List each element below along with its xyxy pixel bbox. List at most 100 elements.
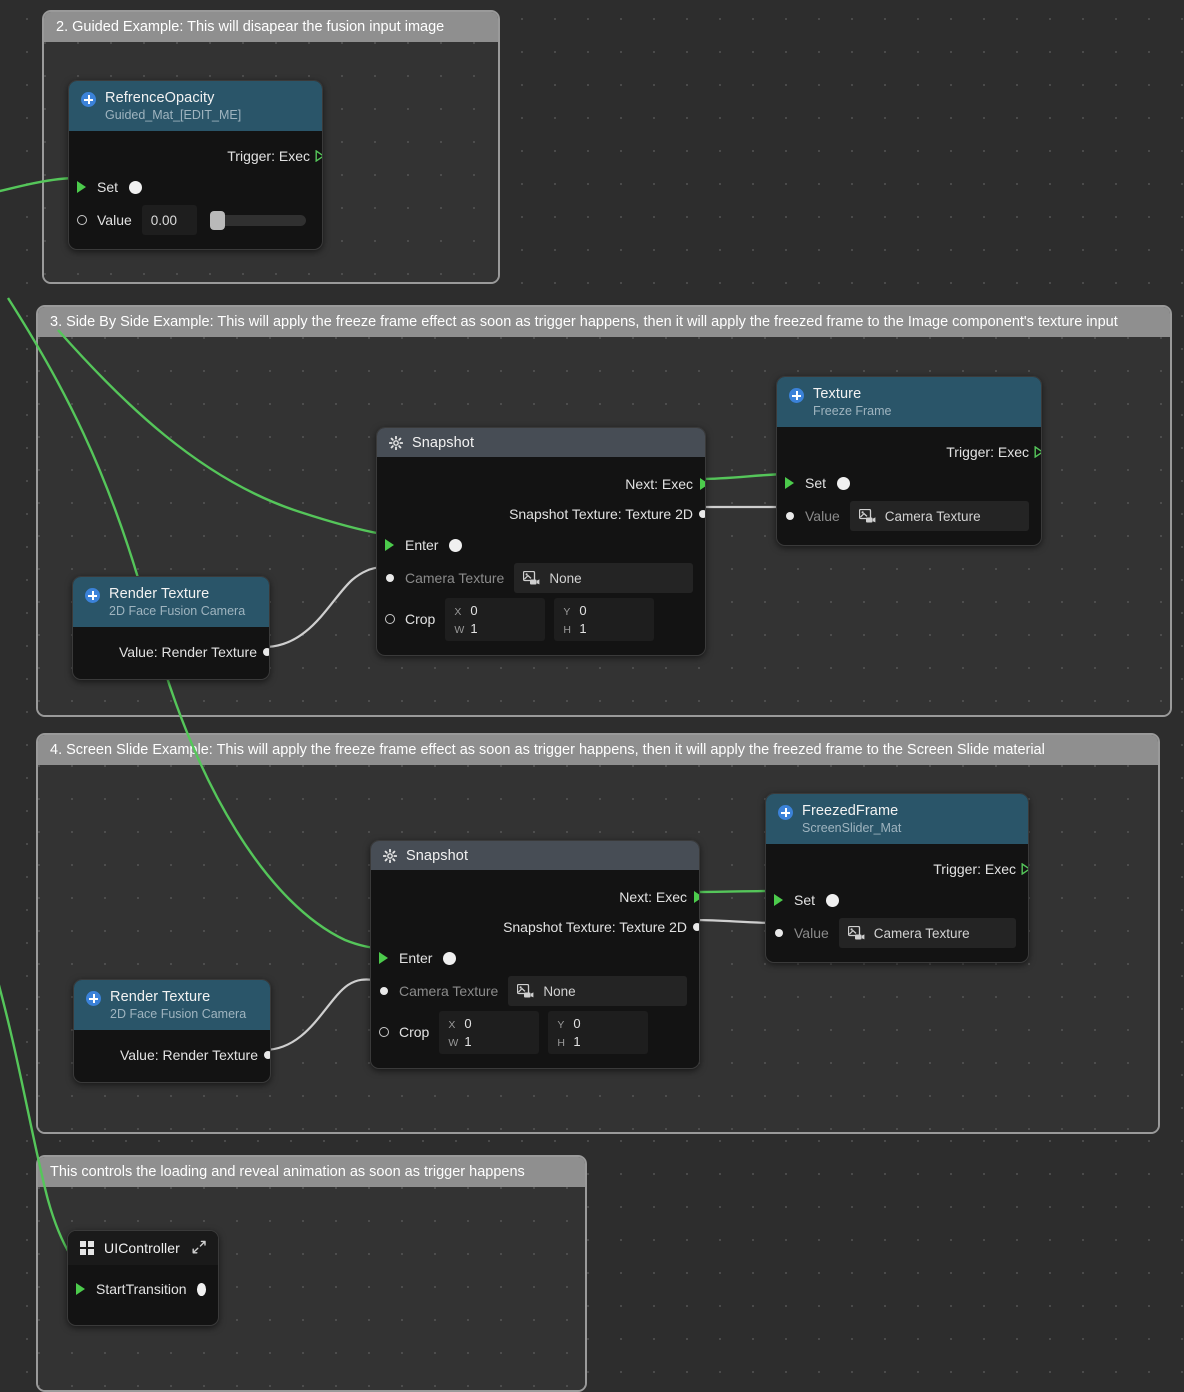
- enter-value-dot[interactable]: [449, 538, 463, 552]
- set-exec-input-port[interactable]: [77, 181, 86, 193]
- set-value-dot[interactable]: [837, 476, 851, 490]
- enter-value-dot[interactable]: [443, 951, 457, 965]
- texture-object-icon: [517, 983, 534, 997]
- node-subtitle: Freeze Frame: [813, 404, 892, 418]
- value-input-port[interactable]: [786, 512, 794, 520]
- port-row-crop: Crop X0 W1 Y0 H1: [377, 595, 705, 643]
- node-title: FreezedFrame: [802, 803, 899, 819]
- expand-arrow-icon[interactable]: [192, 1240, 206, 1257]
- crop-h-value[interactable]: 1: [579, 621, 586, 636]
- crop-input-ring-icon: [379, 1027, 389, 1037]
- node-body: Value: Render Texture: [73, 627, 269, 679]
- render-texture-output-port[interactable]: [264, 1051, 270, 1059]
- trigger-exec-output-port[interactable]: [1021, 863, 1028, 875]
- port-row-output: Value: Render Texture: [74, 1040, 270, 1070]
- camera-texture-input-port[interactable]: [386, 574, 394, 582]
- data-input-dot-icon: [386, 574, 394, 582]
- crop-y-value[interactable]: 0: [573, 1016, 580, 1031]
- crop-yh-field[interactable]: Y0 H1: [548, 1010, 649, 1054]
- group-title: 3. Side By Side Example: This will apply…: [38, 307, 1170, 337]
- crop-input-port[interactable]: [379, 1027, 389, 1037]
- camera-texture-object-field[interactable]: None: [514, 563, 693, 593]
- node-refrence-opacity[interactable]: RefrenceOpacity Guided_Mat_[EDIT_ME] Tri…: [68, 80, 323, 250]
- next-exec-label: Next: Exec: [619, 889, 687, 905]
- value-number-input[interactable]: 0.00: [141, 205, 197, 235]
- port-row-set: Set: [766, 884, 1028, 916]
- texture-object-icon: [858, 508, 876, 522]
- next-exec-output-port[interactable]: [694, 891, 699, 903]
- value-object-field[interactable]: Camera Texture: [838, 918, 1016, 948]
- crop-h-value[interactable]: 1: [573, 1034, 580, 1049]
- set-value-dot[interactable]: [129, 180, 143, 194]
- start-transition-dot[interactable]: [196, 1282, 206, 1296]
- set-value-dot[interactable]: [826, 893, 840, 907]
- camera-texture-label: Camera Texture: [399, 983, 499, 999]
- data-output-dot-icon: [699, 510, 705, 518]
- crop-input-port[interactable]: [385, 614, 395, 624]
- node-header[interactable]: FreezedFrame ScreenSlider_Mat: [766, 794, 1028, 844]
- crop-w-value[interactable]: 1: [464, 1034, 471, 1049]
- trigger-exec-label: Trigger: Exec: [227, 148, 310, 164]
- port-row-output: Value: Render Texture: [73, 637, 269, 667]
- port-row-next-exec: Next: Exec: [371, 882, 699, 912]
- set-exec-input-port[interactable]: [785, 477, 794, 489]
- crop-y-value[interactable]: 0: [579, 603, 586, 618]
- node-texture-freeze-frame[interactable]: Texture Freeze Frame Trigger: Exec Set V…: [776, 376, 1042, 546]
- node-header[interactable]: Render Texture 2D Face Fusion Camera: [73, 577, 269, 627]
- camera-texture-input-port[interactable]: [380, 987, 388, 995]
- port-row-set: Set: [69, 171, 322, 203]
- camera-texture-object-field[interactable]: None: [508, 976, 687, 1006]
- port-row-value: Value Camera Texture: [777, 499, 1041, 533]
- node-header[interactable]: RefrenceOpacity Guided_Mat_[EDIT_ME]: [69, 81, 322, 131]
- snapshot-texture-output-port[interactable]: [693, 923, 699, 931]
- set-exec-input-port[interactable]: [774, 894, 783, 906]
- node-header[interactable]: Render Texture 2D Face Fusion Camera: [74, 980, 270, 1030]
- enter-exec-input-port[interactable]: [379, 952, 388, 964]
- crop-x-axis-label: X: [448, 1018, 456, 1031]
- node-snapshot-screen-slide[interactable]: Snapshot Next: Exec Snapshot Texture: Te…: [370, 840, 700, 1069]
- node-subtitle: ScreenSlider_Mat: [802, 821, 902, 835]
- data-input-dot-icon: [380, 987, 388, 995]
- crop-yh-field[interactable]: Y0 H1: [554, 597, 655, 641]
- value-input-port[interactable]: [775, 929, 783, 937]
- node-header[interactable]: Snapshot: [371, 841, 699, 870]
- node-render-texture-side-by-side[interactable]: Render Texture 2D Face Fusion Camera Val…: [72, 576, 270, 680]
- node-render-texture-screen-slide[interactable]: Render Texture 2D Face Fusion Camera Val…: [73, 979, 271, 1083]
- snapshot-texture-label: Snapshot Texture: Texture 2D: [509, 506, 693, 522]
- value-object-field[interactable]: Camera Texture: [849, 501, 1029, 531]
- crop-input-ring-icon: [385, 614, 395, 624]
- node-graph-canvas[interactable]: 2. Guided Example: This will disapear th…: [0, 0, 1184, 1392]
- snapshot-texture-output-port[interactable]: [699, 510, 705, 518]
- port-row-value: Value 0.00: [69, 203, 322, 237]
- value-input-port[interactable]: [77, 215, 87, 225]
- node-title: Texture: [813, 386, 862, 402]
- node-freezed-frame[interactable]: FreezedFrame ScreenSlider_Mat Trigger: E…: [765, 793, 1029, 963]
- group-title: 2. Guided Example: This will disapear th…: [44, 12, 498, 42]
- crop-xw-field[interactable]: X0 W1: [439, 1010, 540, 1054]
- crop-w-value[interactable]: 1: [470, 621, 477, 636]
- node-snapshot-side-by-side[interactable]: Snapshot Next: Exec Snapshot Texture: Te…: [376, 427, 706, 656]
- port-row-value: Value Camera Texture: [766, 916, 1028, 950]
- crop-x-value[interactable]: 0: [464, 1016, 471, 1031]
- node-header[interactable]: UIController: [68, 1231, 218, 1265]
- node-title: Render Texture: [110, 989, 211, 1005]
- value-object-text: Camera Texture: [884, 508, 981, 524]
- crop-xw-field[interactable]: X0 W1: [445, 597, 546, 641]
- node-title: RefrenceOpacity: [105, 90, 215, 106]
- enter-exec-input-port[interactable]: [385, 539, 394, 551]
- set-label: Set: [794, 892, 816, 908]
- value-slider-knob[interactable]: [209, 210, 225, 230]
- node-header[interactable]: Texture Freeze Frame: [777, 377, 1041, 427]
- crop-x-value[interactable]: 0: [470, 603, 477, 618]
- value-slider[interactable]: [209, 210, 306, 230]
- trigger-exec-output-port[interactable]: [315, 150, 322, 162]
- trigger-exec-output-port[interactable]: [1034, 446, 1041, 458]
- crop-h-axis-label: H: [557, 1036, 565, 1049]
- next-exec-output-port[interactable]: [700, 478, 705, 490]
- node-header[interactable]: Snapshot: [377, 428, 705, 457]
- render-texture-output-port[interactable]: [263, 648, 269, 656]
- expand-arrow-glyph: [192, 1240, 206, 1253]
- node-ui-controller[interactable]: UIController StartTransition: [67, 1230, 219, 1326]
- start-transition-exec-input-port[interactable]: [76, 1283, 85, 1295]
- node-body: Trigger: Exec Set Value: [777, 427, 1041, 545]
